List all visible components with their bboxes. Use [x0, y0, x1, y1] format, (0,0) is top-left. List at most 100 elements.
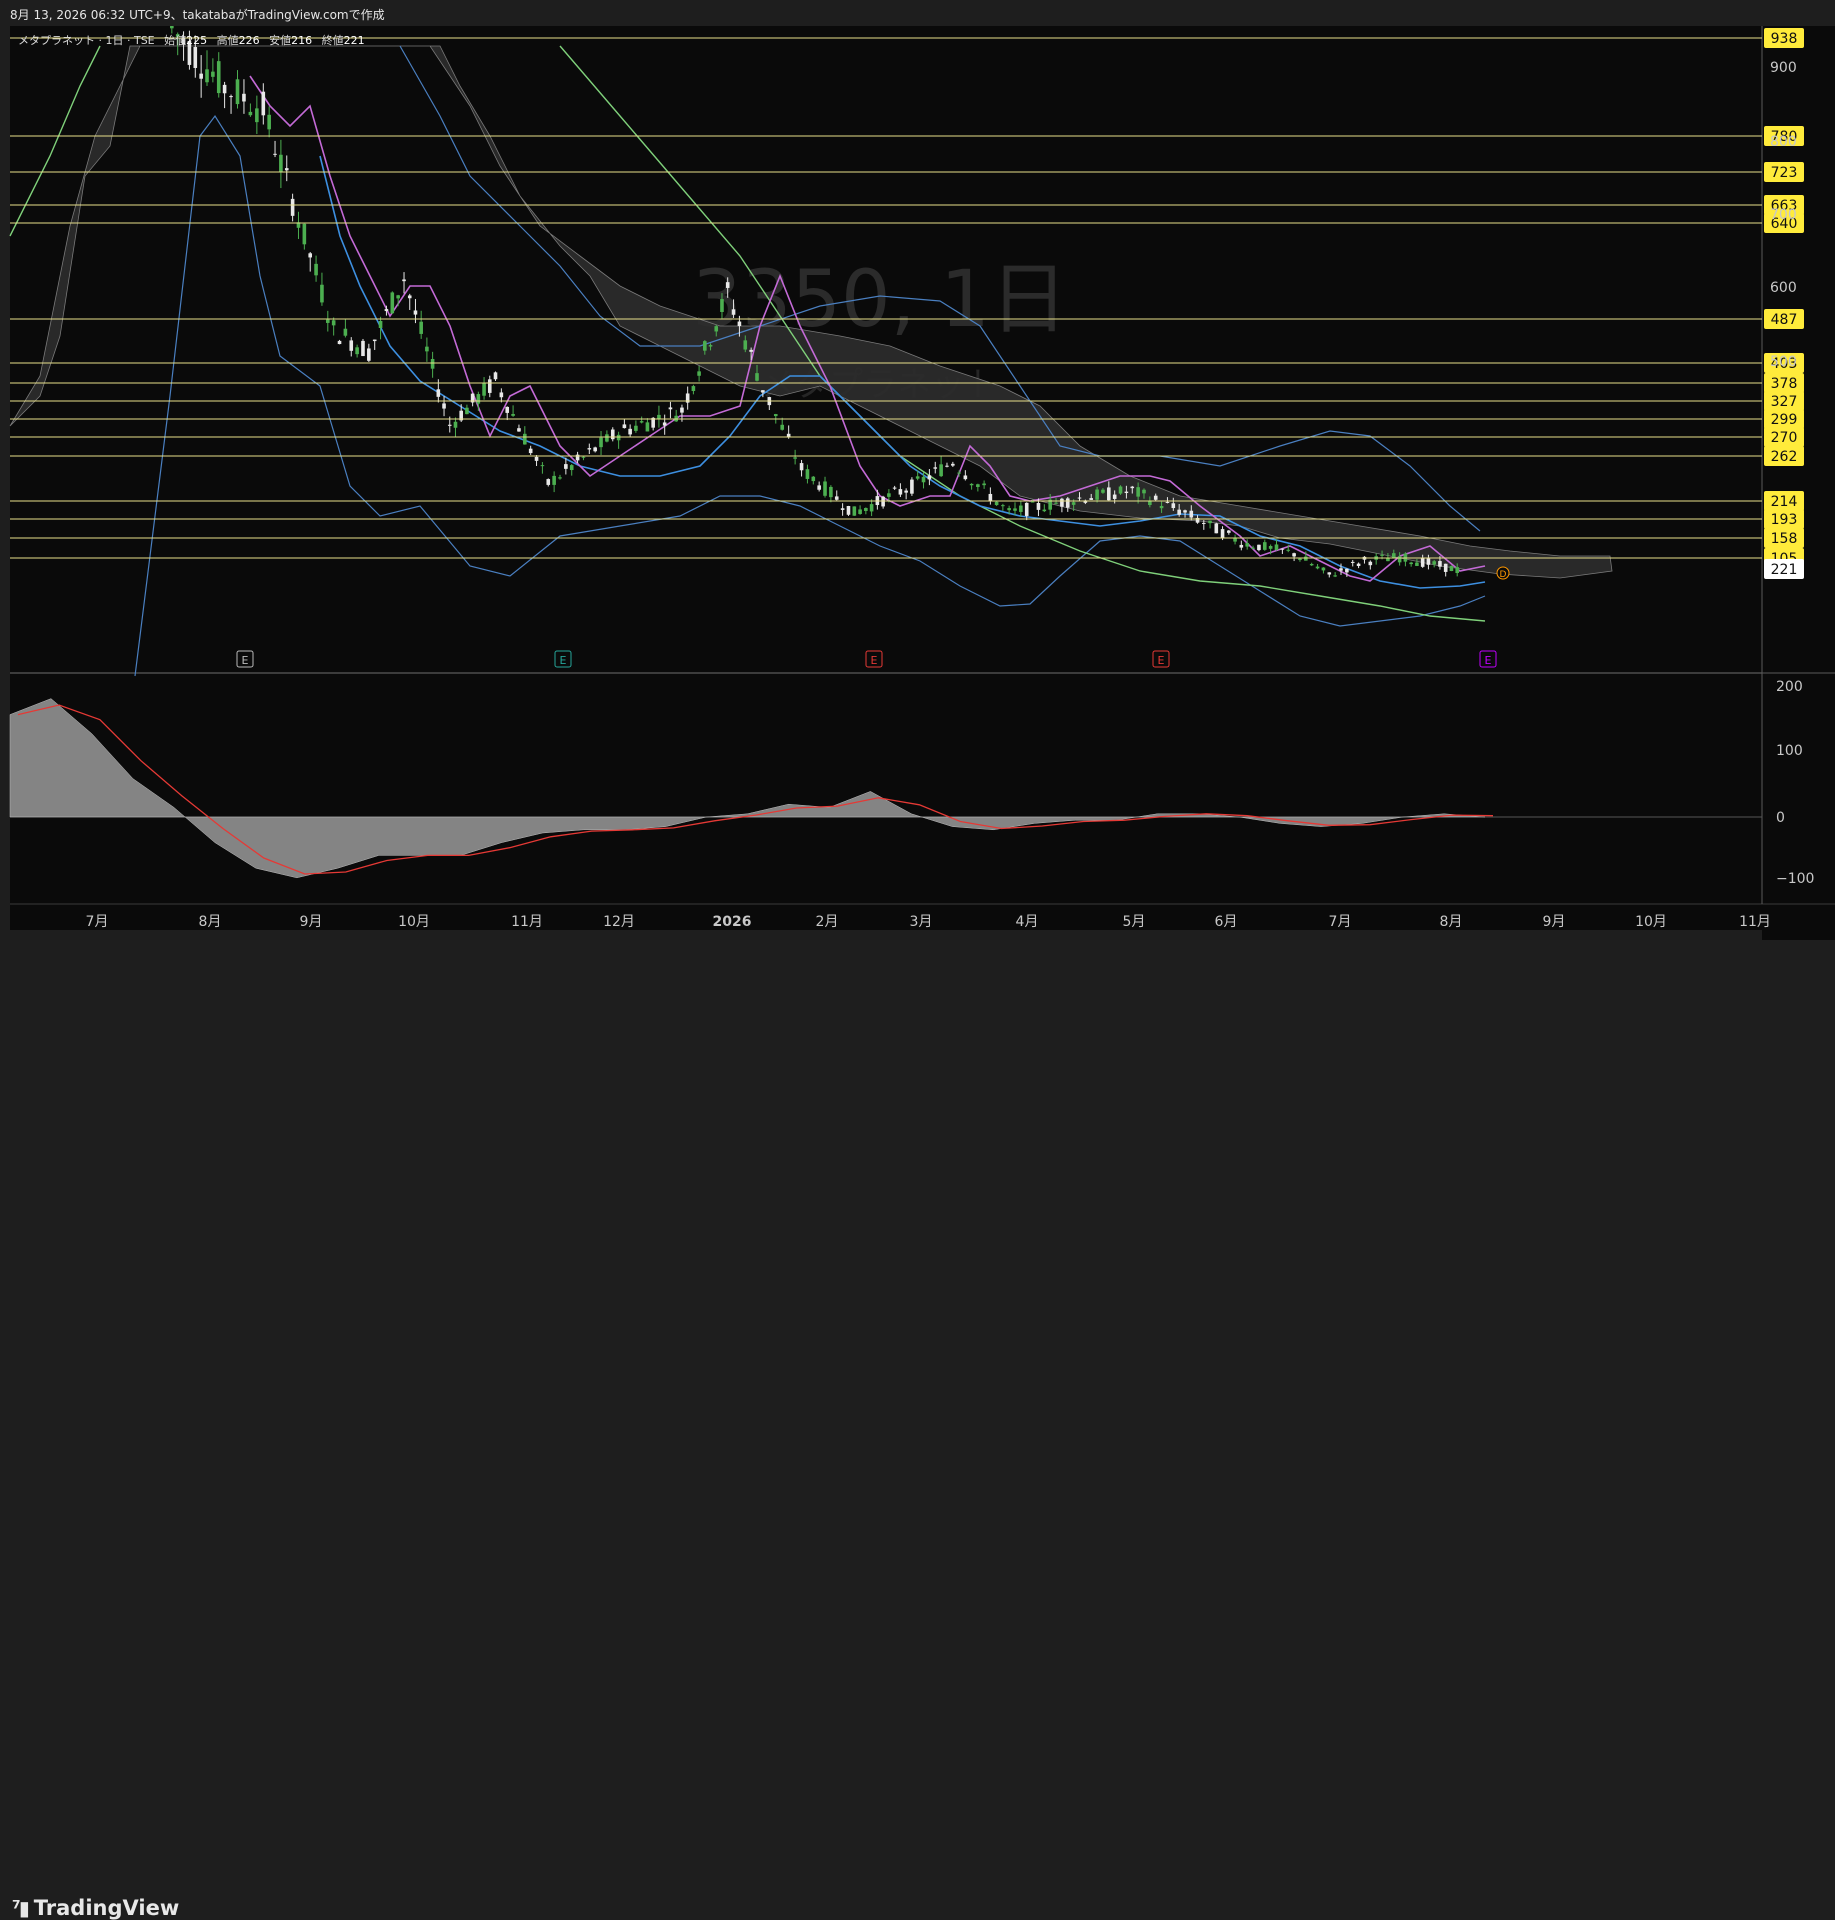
candle-body — [407, 295, 412, 299]
candle-body — [1245, 543, 1249, 547]
candle-body — [1165, 501, 1170, 503]
earnings-marker-1-label: E — [242, 654, 249, 667]
candle-body — [1220, 529, 1225, 539]
candle-body — [773, 414, 778, 417]
candle-body — [1443, 563, 1448, 572]
candle-body — [331, 320, 336, 326]
candle-body — [325, 319, 330, 323]
candle-body — [419, 321, 423, 334]
candle-body — [1013, 508, 1017, 511]
tradingview-logo[interactable]: ⁷▮ TradingView — [12, 1896, 179, 1920]
candle-body — [1153, 495, 1158, 500]
candle-body — [248, 111, 253, 116]
candle-body — [235, 79, 240, 105]
candle-body — [904, 490, 908, 493]
candle-body — [1065, 498, 1070, 508]
candle-body — [829, 486, 833, 498]
x-tick-label: 3月 — [910, 914, 933, 930]
x-tick-label: 6月 — [1215, 914, 1238, 930]
candle-body — [1201, 522, 1206, 524]
candle-body — [1426, 558, 1431, 565]
candle-body — [910, 479, 914, 494]
candle-body — [1391, 553, 1396, 559]
candle-body — [786, 433, 791, 437]
candle-body — [743, 340, 748, 350]
candle-body — [505, 406, 510, 413]
candle-body — [969, 483, 974, 486]
candle-body — [749, 349, 753, 352]
legend-high-label: 高値 — [217, 33, 239, 47]
candle-body — [1042, 509, 1047, 512]
dividend-marker-label: D — [1500, 570, 1507, 580]
price-level-label: 327 — [1771, 394, 1798, 410]
candle-body — [1286, 549, 1291, 551]
price-level-label: 193 — [1771, 512, 1798, 528]
candle-body — [714, 326, 719, 332]
candle-body — [1142, 489, 1146, 494]
candle-body — [546, 479, 551, 485]
macd-tick-label: 0 — [1776, 810, 1785, 826]
candle-body — [517, 428, 521, 432]
candle-body — [314, 263, 318, 276]
candle-body — [372, 339, 377, 342]
candle-body — [1298, 558, 1302, 561]
x-tick-label: 9月 — [1543, 914, 1566, 930]
candle-body — [780, 424, 785, 430]
legend-line: メタプラネット · 1日 · TSE 始値225 高値226 安値216 終値2… — [18, 33, 365, 47]
candle-body — [453, 421, 458, 428]
x-tick-label: 7月 — [86, 914, 109, 930]
candle-body — [199, 73, 203, 79]
candle-body — [273, 153, 277, 155]
candle-body — [569, 465, 574, 471]
candle-body — [858, 509, 862, 514]
legend-low-value: 216 — [291, 34, 312, 47]
candle-body — [1171, 503, 1176, 509]
candle-body — [805, 469, 810, 479]
candle-body — [610, 429, 615, 440]
last-price-label: 221 — [1771, 562, 1798, 578]
candle-body — [170, 26, 174, 29]
x-tick-label: 11月 — [511, 914, 543, 930]
candle-body — [951, 463, 955, 466]
price-level-label: 299 — [1771, 412, 1798, 428]
earnings-marker-4-label: E — [1158, 654, 1165, 667]
candle-body — [511, 413, 515, 416]
x-tick-label: 11月 — [1739, 914, 1771, 930]
price-level-label: 262 — [1771, 449, 1798, 465]
candle-body — [499, 392, 504, 398]
candle-body — [1350, 561, 1355, 563]
candle-body — [817, 485, 821, 490]
candle-body — [261, 91, 266, 116]
candle-body — [1420, 558, 1425, 567]
chart-canvas[interactable]: 3350, 1日 メタプラネット 93878072366364048740337… — [0, 26, 1835, 940]
candle-body — [881, 496, 885, 507]
earnings-marker-5-label: E — [1485, 654, 1492, 667]
candle-body — [1159, 506, 1164, 509]
legend-open-value: 225 — [186, 34, 207, 47]
y-tick-label: 600 — [1770, 280, 1797, 296]
candle-body — [1177, 509, 1181, 515]
earnings-marker-3-label: E — [871, 654, 878, 667]
candle-body — [1397, 556, 1402, 563]
candle-body — [1339, 568, 1343, 571]
candle-body — [1345, 568, 1349, 573]
candle-body — [957, 472, 961, 474]
candle-body — [1327, 572, 1332, 575]
candle-body — [1239, 544, 1244, 548]
candle-body — [384, 309, 389, 312]
candle-body — [442, 403, 446, 409]
candle-body — [703, 341, 707, 351]
y-tick-label: 500 — [1770, 354, 1797, 370]
candle-body — [731, 309, 736, 315]
candle-body — [482, 383, 486, 396]
candle-body — [982, 483, 986, 486]
candle-body — [402, 279, 406, 282]
price-level-label: 938 — [1771, 31, 1798, 47]
candle-body — [242, 93, 246, 102]
candle-body — [720, 299, 724, 312]
legend-close-value: 221 — [344, 34, 365, 47]
candle-body — [927, 475, 932, 480]
candle-body — [988, 493, 993, 501]
candle-body — [1386, 558, 1390, 562]
macd-tick-label: 200 — [1776, 679, 1803, 695]
